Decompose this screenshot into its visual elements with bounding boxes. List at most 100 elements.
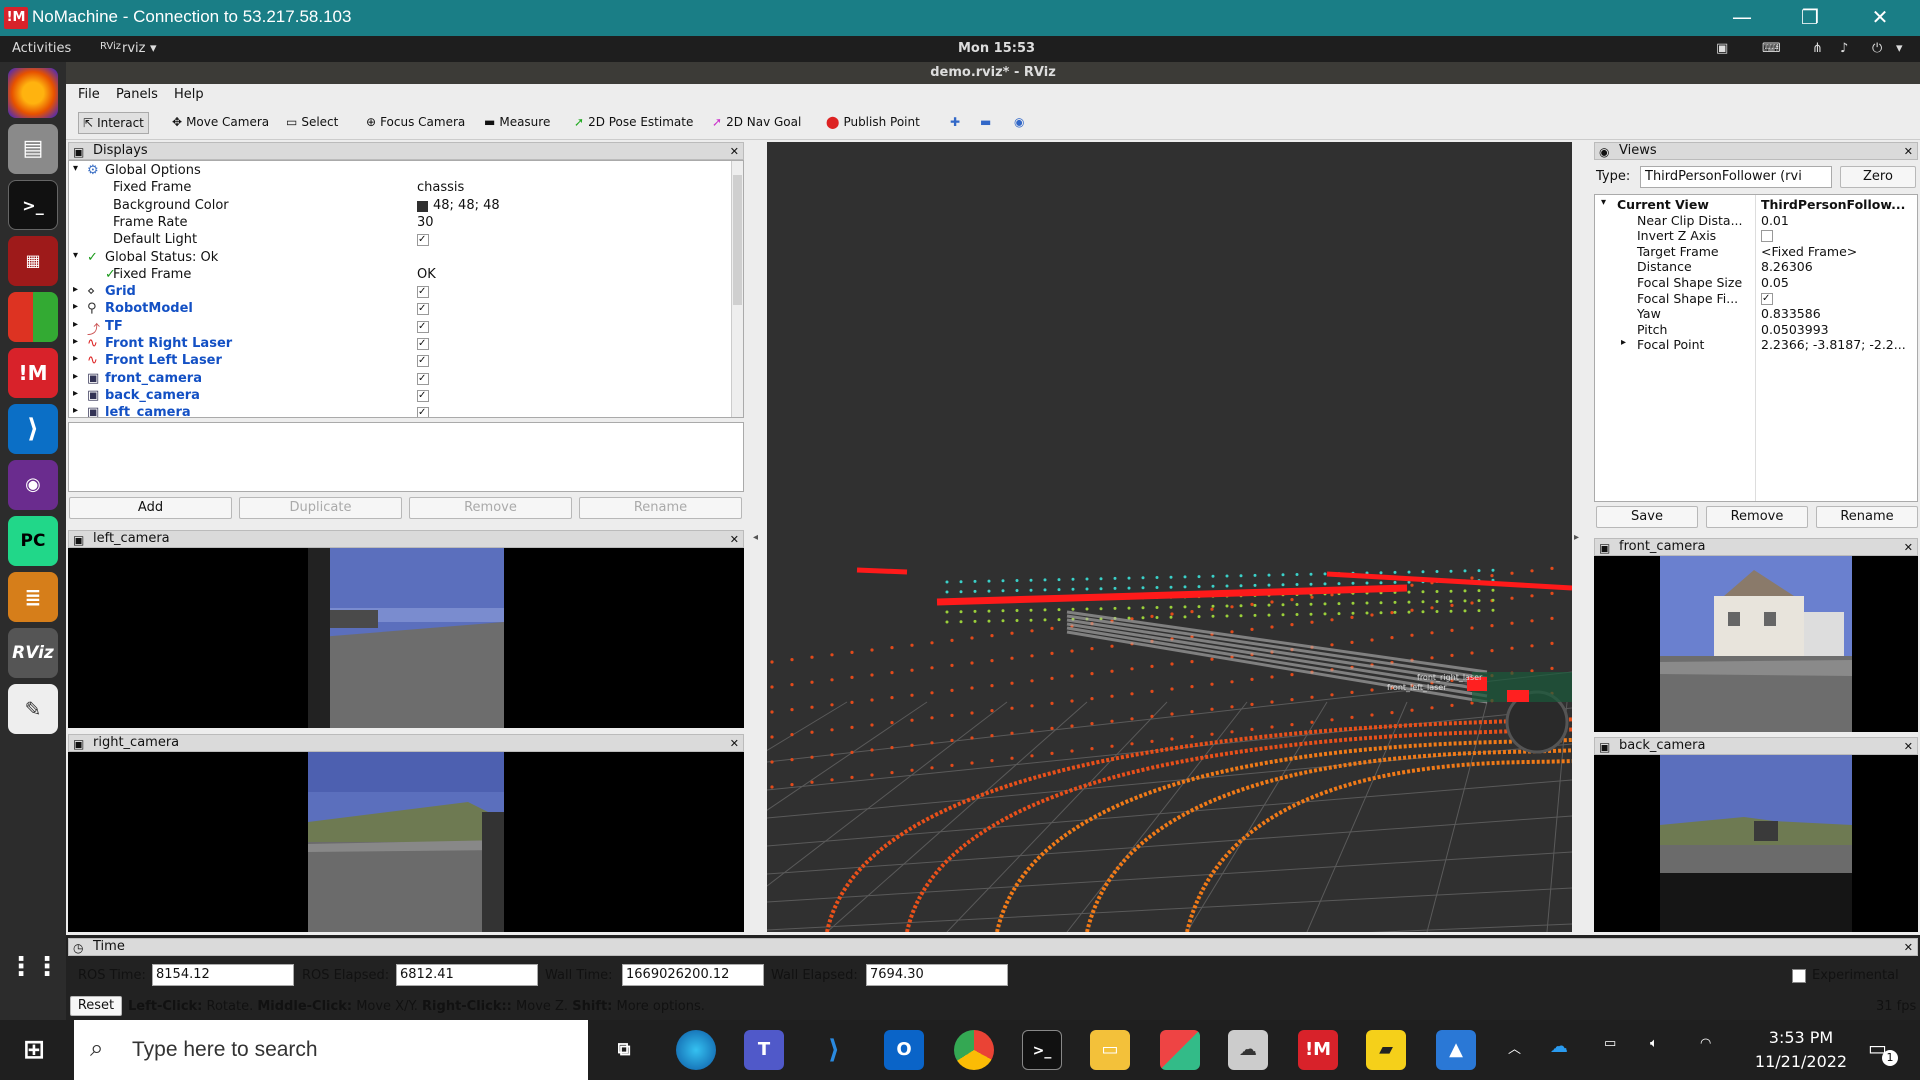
wall-elapsed-field[interactable]: 7694.30 (866, 964, 1008, 986)
menu-panels[interactable]: Panels (116, 87, 158, 102)
display-row[interactable]: ✓ Fixed Frame OK (69, 267, 729, 284)
rename-view-button[interactable]: Rename (1816, 506, 1918, 528)
network-icon[interactable]: ⋔ (1812, 41, 1823, 56)
display-value[interactable]: ✓ (417, 372, 429, 385)
expand-arrow-icon[interactable]: ▸ (73, 284, 78, 295)
nomachine-dock-icon[interactable]: !M (8, 348, 58, 398)
select-tool[interactable]: ▭ Select (282, 112, 342, 134)
add-tool-icon[interactable]: ✚ (946, 112, 964, 134)
expand-arrow-icon[interactable]: ▸ (73, 319, 78, 330)
display-row[interactable]: ▸ ▣ front_camera ✓ (69, 371, 729, 388)
displays-scrollbar[interactable] (731, 161, 743, 417)
display-value[interactable]: ✓ (417, 407, 429, 417)
minimize-button[interactable]: — (1712, 2, 1772, 34)
expand-arrow-icon[interactable]: ▾ (1601, 197, 1606, 208)
wall-time-field[interactable]: 1669026200.12 (622, 964, 764, 986)
terminal-icon[interactable]: >_ (8, 180, 58, 230)
move-camera-tool[interactable]: ✥ Move Camera (168, 112, 273, 134)
expand-arrow-icon[interactable]: ▸ (1621, 337, 1626, 348)
outlook-icon[interactable]: O (884, 1030, 924, 1070)
display-value[interactable]: ✓ (417, 303, 429, 316)
expand-arrow-icon[interactable]: ▸ (73, 301, 78, 312)
git-icon[interactable] (1160, 1030, 1200, 1070)
remove-display-button[interactable]: Remove (409, 497, 572, 519)
focus-camera-tool[interactable]: ⊕ Focus Camera (362, 112, 469, 134)
views-tree[interactable]: ▾ Current View ThirdPersonFollow... Near Cl… (1594, 194, 1918, 502)
display-value[interactable]: ✓ (417, 234, 429, 247)
pose-estimate-tool[interactable]: ➚ 2D Pose Estimate (570, 112, 697, 134)
display-row[interactable]: ▸ ⤴ TF ✓ (69, 319, 729, 338)
duplicate-display-button[interactable]: Duplicate (239, 497, 402, 519)
view-type-select[interactable]: ThirdPersonFollower (rvi (1640, 166, 1832, 188)
sticky-notes-icon[interactable]: ▰ (1366, 1030, 1406, 1070)
expand-arrow-icon[interactable]: ▾ (73, 250, 78, 261)
menu-file[interactable]: File (78, 87, 100, 102)
taskbar-search[interactable]: ⌕ Type here to search (74, 1020, 588, 1080)
display-row[interactable]: Frame Rate 30 (69, 215, 729, 232)
reset-button[interactable]: Reset (70, 996, 122, 1016)
system-menu-arrow-icon[interactable]: ▾ (1896, 41, 1903, 56)
show-applications-icon[interactable]: ⋮⋮ (8, 942, 60, 992)
video-icon[interactable]: ▣ (1716, 41, 1728, 56)
display-value[interactable]: ✓ (417, 320, 429, 333)
close-button[interactable]: ✕ (1850, 2, 1910, 34)
display-value[interactable]: ✓ (417, 338, 429, 350)
onedrive-icon[interactable]: ☁ (1550, 1036, 1568, 1057)
views-close-icon[interactable]: ✕ (1904, 144, 1913, 160)
display-row[interactable]: ▸ ▣ back_camera ✓ (69, 388, 729, 405)
text-editor-icon[interactable]: ✎ (8, 684, 58, 734)
activities-button[interactable]: Activities (12, 41, 71, 56)
display-row[interactable]: ▸ ⋄ Grid ✓ (69, 284, 729, 301)
front-camera-close-icon[interactable]: ✕ (1904, 540, 1913, 556)
left-camera-close-icon[interactable]: ✕ (730, 532, 739, 548)
windows-start-icon[interactable]: ⊞ (14, 1030, 54, 1070)
color-swatch[interactable] (417, 200, 428, 212)
keyboard-icon[interactable]: ⌨ (1762, 41, 1781, 56)
taskbar-time[interactable]: 3:53 PM (1746, 1028, 1856, 1047)
displays-tree[interactable]: ▾ ⚙ Global Options Fixed Frame chassis Backgr… (68, 160, 744, 418)
volume-taskbar-icon[interactable]: 🔈︎ (1650, 1036, 1658, 1051)
volume-icon[interactable]: ♪ (1840, 41, 1848, 56)
display-value[interactable]: ✓ (417, 389, 429, 402)
clock[interactable]: Mon 15:53 (958, 41, 1035, 56)
save-view-button[interactable]: Save (1596, 506, 1698, 528)
left-splitter-arrow-icon[interactable]: ◂ (753, 532, 758, 543)
expand-arrow-icon[interactable]: ▾ (73, 163, 78, 174)
time-close-icon[interactable]: ✕ (1904, 940, 1913, 956)
display-row[interactable]: Default Light ✓ (69, 232, 729, 249)
view-property-value[interactable] (1761, 230, 1773, 243)
view-property-value[interactable]: ✓ (1761, 292, 1773, 305)
expand-arrow-icon[interactable]: ▸ (73, 371, 78, 382)
stack-icon[interactable]: ≣ (8, 572, 58, 622)
rename-display-button[interactable]: Rename (579, 497, 742, 519)
ros-time-field[interactable]: 8154.12 (152, 964, 294, 986)
photos-icon[interactable]: ▲ (1436, 1030, 1476, 1070)
publish-point-tool[interactable]: ⬤ Publish Point (822, 112, 924, 134)
taskbar-date[interactable]: 11/21/2022 (1746, 1052, 1856, 1071)
expand-arrow-icon[interactable]: ▸ (73, 405, 78, 416)
right-splitter-arrow-icon[interactable]: ▸ (1574, 532, 1579, 543)
firefox-icon[interactable] (8, 68, 58, 118)
display-row[interactable]: Background Color 48; 48; 48 (69, 198, 729, 215)
expand-arrow-icon[interactable]: ▸ (73, 388, 78, 399)
software-icon[interactable] (8, 292, 58, 342)
media-icon[interactable]: ◉ (8, 460, 58, 510)
tray-chevron-icon[interactable]: ︿ (1508, 1038, 1521, 1057)
interact-tool[interactable]: ⇱ Interact (78, 112, 149, 134)
vscode-icon[interactable]: ⟩ (8, 404, 58, 454)
menu-help[interactable]: Help (174, 87, 204, 102)
app-menu[interactable]: rviz (122, 41, 145, 56)
zero-button[interactable]: Zero (1840, 166, 1916, 188)
remove-view-button[interactable]: Remove (1706, 506, 1808, 528)
task-view-icon[interactable]: ⧉ (604, 1030, 644, 1070)
display-row[interactable]: ▸ ∿ Front Left Laser ✓ (69, 353, 729, 370)
display-row[interactable]: ▸ ▣ left_camera ✓ (69, 405, 729, 417)
ros-elapsed-field[interactable]: 6812.41 (396, 964, 538, 986)
display-row[interactable]: ▸ ⚲ RobotModel ✓ (69, 301, 729, 318)
right-camera-close-icon[interactable]: ✕ (730, 736, 739, 752)
back-camera-close-icon[interactable]: ✕ (1904, 739, 1913, 755)
files-icon[interactable]: ▤ (8, 124, 58, 174)
network-app-icon[interactable]: ☁ (1228, 1030, 1268, 1070)
add-display-button[interactable]: Add (69, 497, 232, 519)
measure-tool[interactable]: ▬ Measure (480, 112, 554, 134)
